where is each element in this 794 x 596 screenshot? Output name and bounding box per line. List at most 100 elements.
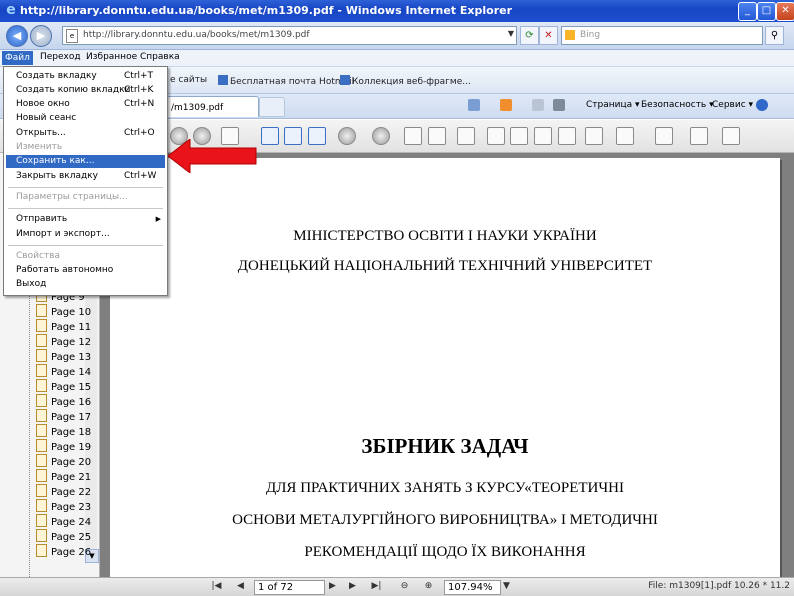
help-icon[interactable] <box>756 99 768 111</box>
chevron-down-icon[interactable]: ▼ <box>508 29 514 38</box>
window-title: http://library.donntu.edu.ua/books/met/m… <box>20 4 513 17</box>
page-thumbnail-item[interactable]: Page 19 <box>36 439 91 454</box>
menu-item-exit[interactable]: Выход <box>6 278 165 291</box>
refresh-button[interactable]: ⟳ <box>520 26 539 45</box>
page-thumbnail-item[interactable]: Page 16 <box>36 394 91 409</box>
select-tool-icon[interactable] <box>487 127 505 145</box>
command-tools[interactable]: Сервис ▾ <box>712 100 753 110</box>
tab-label: /m1309.pdf <box>171 103 224 113</box>
print-icon[interactable] <box>553 99 565 111</box>
minimize-button[interactable]: _ <box>738 2 757 21</box>
page-thumbnail-item[interactable]: Page 12 <box>36 334 91 349</box>
hand-tool-icon[interactable] <box>457 127 475 145</box>
highlight-icon[interactable] <box>585 127 603 145</box>
find-icon[interactable] <box>510 127 528 145</box>
maximize-button[interactable]: □ <box>757 2 776 21</box>
page-file-icon <box>36 409 47 422</box>
search-box[interactable]: Bing <box>561 26 763 45</box>
page-thumbnail-item[interactable]: Page 23 <box>36 499 91 514</box>
menu-item-open[interactable]: Открыть... Ctrl+O <box>6 127 165 140</box>
stop-button[interactable]: ✕ <box>539 26 558 45</box>
feeds-icon[interactable] <box>500 99 512 111</box>
page-thumbnail-item[interactable]: Page 14 <box>36 364 91 379</box>
menu-item-new-window[interactable]: Новое окно Ctrl+N <box>6 98 165 111</box>
page-file-icon <box>36 454 47 467</box>
rotate-cw-icon[interactable] <box>372 127 390 145</box>
page-thumbnail-item[interactable]: Page 25 <box>36 529 91 544</box>
menu-item-duplicate-tab[interactable]: Создать копию вкладки Ctrl+K <box>6 84 165 97</box>
zoom-out-status-icon[interactable]: ⊖ <box>398 580 411 593</box>
page-thumbnail-item[interactable]: Page 21 <box>36 469 91 484</box>
page-label: Page 12 <box>51 337 92 348</box>
page-thumbnail-item[interactable]: Page 20 <box>36 454 91 469</box>
university-line: ДОНЕЦЬКИЙ НАЦІОНАЛЬНИЙ ТЕХНІЧНИЙ УНІВЕРС… <box>237 258 653 274</box>
text-select-icon[interactable] <box>534 127 552 145</box>
forward-button[interactable]: ▶ <box>30 25 52 47</box>
title-bar: e http://library.donntu.edu.ua/books/met… <box>0 0 794 22</box>
page-thumbnail-item[interactable]: Page 17 <box>36 409 91 424</box>
menu-file[interactable]: Файл <box>2 51 33 65</box>
favorite-sites[interactable]: е сайты <box>170 75 207 85</box>
actual-size-icon[interactable] <box>308 127 326 145</box>
stamp-icon[interactable] <box>655 127 673 145</box>
page-label: Page 22 <box>51 487 92 498</box>
zoom-dropdown-icon[interactable]: ▼ <box>500 580 513 593</box>
copy-icon[interactable] <box>404 127 422 145</box>
first-page-icon[interactable]: |◀ <box>210 580 223 593</box>
address-url[interactable]: http://library.donntu.edu.ua/books/met/m… <box>83 30 310 40</box>
page-thumbnail-item[interactable]: Page 26 <box>36 544 91 559</box>
page-thumbnail-item[interactable]: Page 15 <box>36 379 91 394</box>
fit-page-icon[interactable] <box>261 127 279 145</box>
menu-item-close-tab[interactable]: Закрыть вкладку Ctrl+W <box>6 170 165 183</box>
zoom-in-status-icon[interactable]: ⊕ <box>422 580 435 593</box>
page-icon: e <box>66 29 78 43</box>
menu-item-new-session[interactable]: Новый сеанс <box>6 112 165 125</box>
close-button[interactable]: ✕ <box>776 2 794 21</box>
page-thumbnail-item[interactable]: Page 11 <box>36 319 91 334</box>
page-thumbnail-item[interactable]: Page 18 <box>36 424 91 439</box>
next-section-icon[interactable]: ▶ <box>346 580 359 593</box>
home-icon[interactable] <box>468 99 480 111</box>
page-thumbnail-item[interactable]: Page 10 <box>36 304 91 319</box>
fit-width-icon[interactable] <box>284 127 302 145</box>
rotate-ccw-icon[interactable] <box>338 127 356 145</box>
settings-icon[interactable] <box>722 127 740 145</box>
search-icon[interactable]: ⚲ <box>765 26 784 45</box>
favorite-webslices[interactable]: Коллекция веб-фрагме... <box>340 75 471 87</box>
menu-item-import-export[interactable]: Импорт и экспорт... <box>6 228 165 241</box>
next-page-icon[interactable]: ▶ <box>326 580 339 593</box>
back-button[interactable]: ◀ <box>6 25 28 47</box>
page-thumbnail-item[interactable]: Page 13 <box>36 349 91 364</box>
menu-item-new-tab[interactable]: Создать вкладку Ctrl+T <box>6 70 165 83</box>
menu-item-properties: Свойства <box>16 251 60 261</box>
menu-bar: Файл Переход Избранное Справка <box>0 50 794 67</box>
prev-page-icon[interactable]: ◀ <box>234 580 247 593</box>
mail-icon[interactable] <box>532 99 544 111</box>
command-page[interactable]: Страница ▾ <box>586 100 640 110</box>
measure-icon[interactable] <box>690 127 708 145</box>
page-label: Page 26 <box>51 547 92 558</box>
page-label: Page 14 <box>51 367 92 378</box>
tab-pdf[interactable]: /m1309.pdf <box>166 96 259 117</box>
menu-go[interactable]: Переход <box>40 52 81 62</box>
menu-favorites[interactable]: Избранное <box>86 52 137 62</box>
menu-item-work-offline[interactable]: Работать автономно <box>6 264 165 277</box>
address-bar[interactable]: e http://library.donntu.edu.ua/books/met… <box>62 26 517 45</box>
favorite-hotmail[interactable]: Бесплатная почта Hotmail <box>218 75 354 87</box>
image-select-icon[interactable] <box>558 127 576 145</box>
page-file-icon <box>36 394 47 407</box>
page-thumbnail-item[interactable]: Page 22 <box>36 484 91 499</box>
zoom-level[interactable]: 107.94% <box>444 580 501 595</box>
new-tab-button[interactable] <box>259 97 285 117</box>
search-placeholder: Bing <box>580 30 601 40</box>
page-label: Page 18 <box>51 427 92 438</box>
page-thumbnail-item[interactable]: Page 24 <box>36 514 91 529</box>
last-page-icon[interactable]: ▶| <box>370 580 383 593</box>
page-indicator[interactable]: 1 of 72 <box>254 580 325 595</box>
snapshot-icon[interactable] <box>428 127 446 145</box>
menu-item-send[interactable]: Отправить ▶ <box>6 213 165 226</box>
menu-item-save-as[interactable]: Сохранить как... <box>6 155 165 168</box>
comment-icon[interactable] <box>616 127 634 145</box>
command-safety[interactable]: Безопасность ▾ <box>641 100 714 110</box>
menu-help[interactable]: Справка <box>140 52 180 62</box>
